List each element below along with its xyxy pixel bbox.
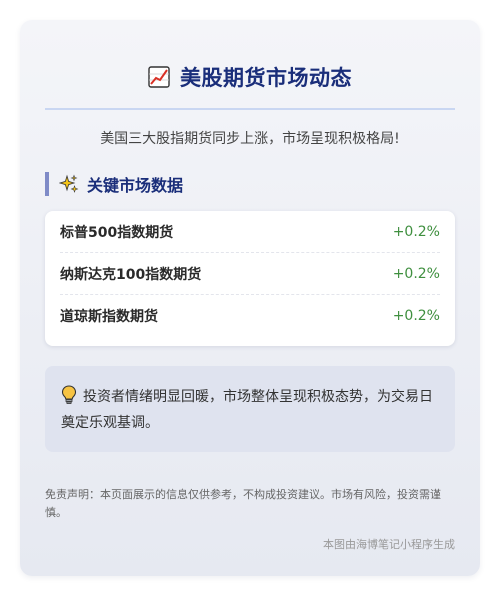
subtitle: 美国三大股指期货同步上涨，市场呈现积极格局!: [100, 131, 400, 147]
market-card: 美股期货市场动态 美国三大股指期货同步上涨，市场呈现积极格局! 关键市场数据 标…: [20, 20, 480, 576]
disclaimer: 免责声明：本页面展示的信息仅供参考，不构成投资建议。市场有风险，投资需谨慎。: [45, 488, 441, 519]
section-accent-bar: [45, 172, 49, 196]
section-header: 关键市场数据: [45, 172, 183, 196]
insight-box: 投资者情绪明显回暖，市场整体呈现积极态势，为交易日奠定乐观基调。: [45, 366, 455, 452]
page-title: 美股期货市场动态: [180, 66, 352, 90]
list-item: 纳斯达克100指数期货 +0.2%: [60, 253, 440, 295]
light-bulb-icon: [61, 385, 77, 404]
footer-credit: 本图由海博笔记小程序生成: [323, 538, 455, 551]
insight-text: 投资者情绪明显回暖，市场整体呈现积极态势，为交易日奠定乐观基调。: [61, 389, 433, 431]
index-change: +0.2%: [392, 223, 440, 240]
list-item: 道琼斯指数期货 +0.2%: [60, 295, 440, 337]
title-divider: [45, 108, 455, 110]
index-name: 纳斯达克100指数期货: [60, 266, 202, 283]
title-row: 美股期货市场动态: [20, 62, 480, 92]
sparkles-icon: [59, 174, 79, 193]
chart-increasing-icon: [148, 66, 170, 88]
index-change: +0.2%: [392, 308, 440, 324]
index-name: 标普500指数期货: [60, 224, 174, 241]
list-item: 标普500指数期货 +0.2%: [60, 211, 440, 253]
index-change: +0.2%: [392, 265, 440, 282]
market-data-list: 标普500指数期货 +0.2% 纳斯达克100指数期货 +0.2% 道琼斯指数期…: [45, 211, 455, 346]
section-title: 关键市场数据: [87, 176, 184, 195]
index-name: 道琼斯指数期货: [60, 309, 158, 325]
